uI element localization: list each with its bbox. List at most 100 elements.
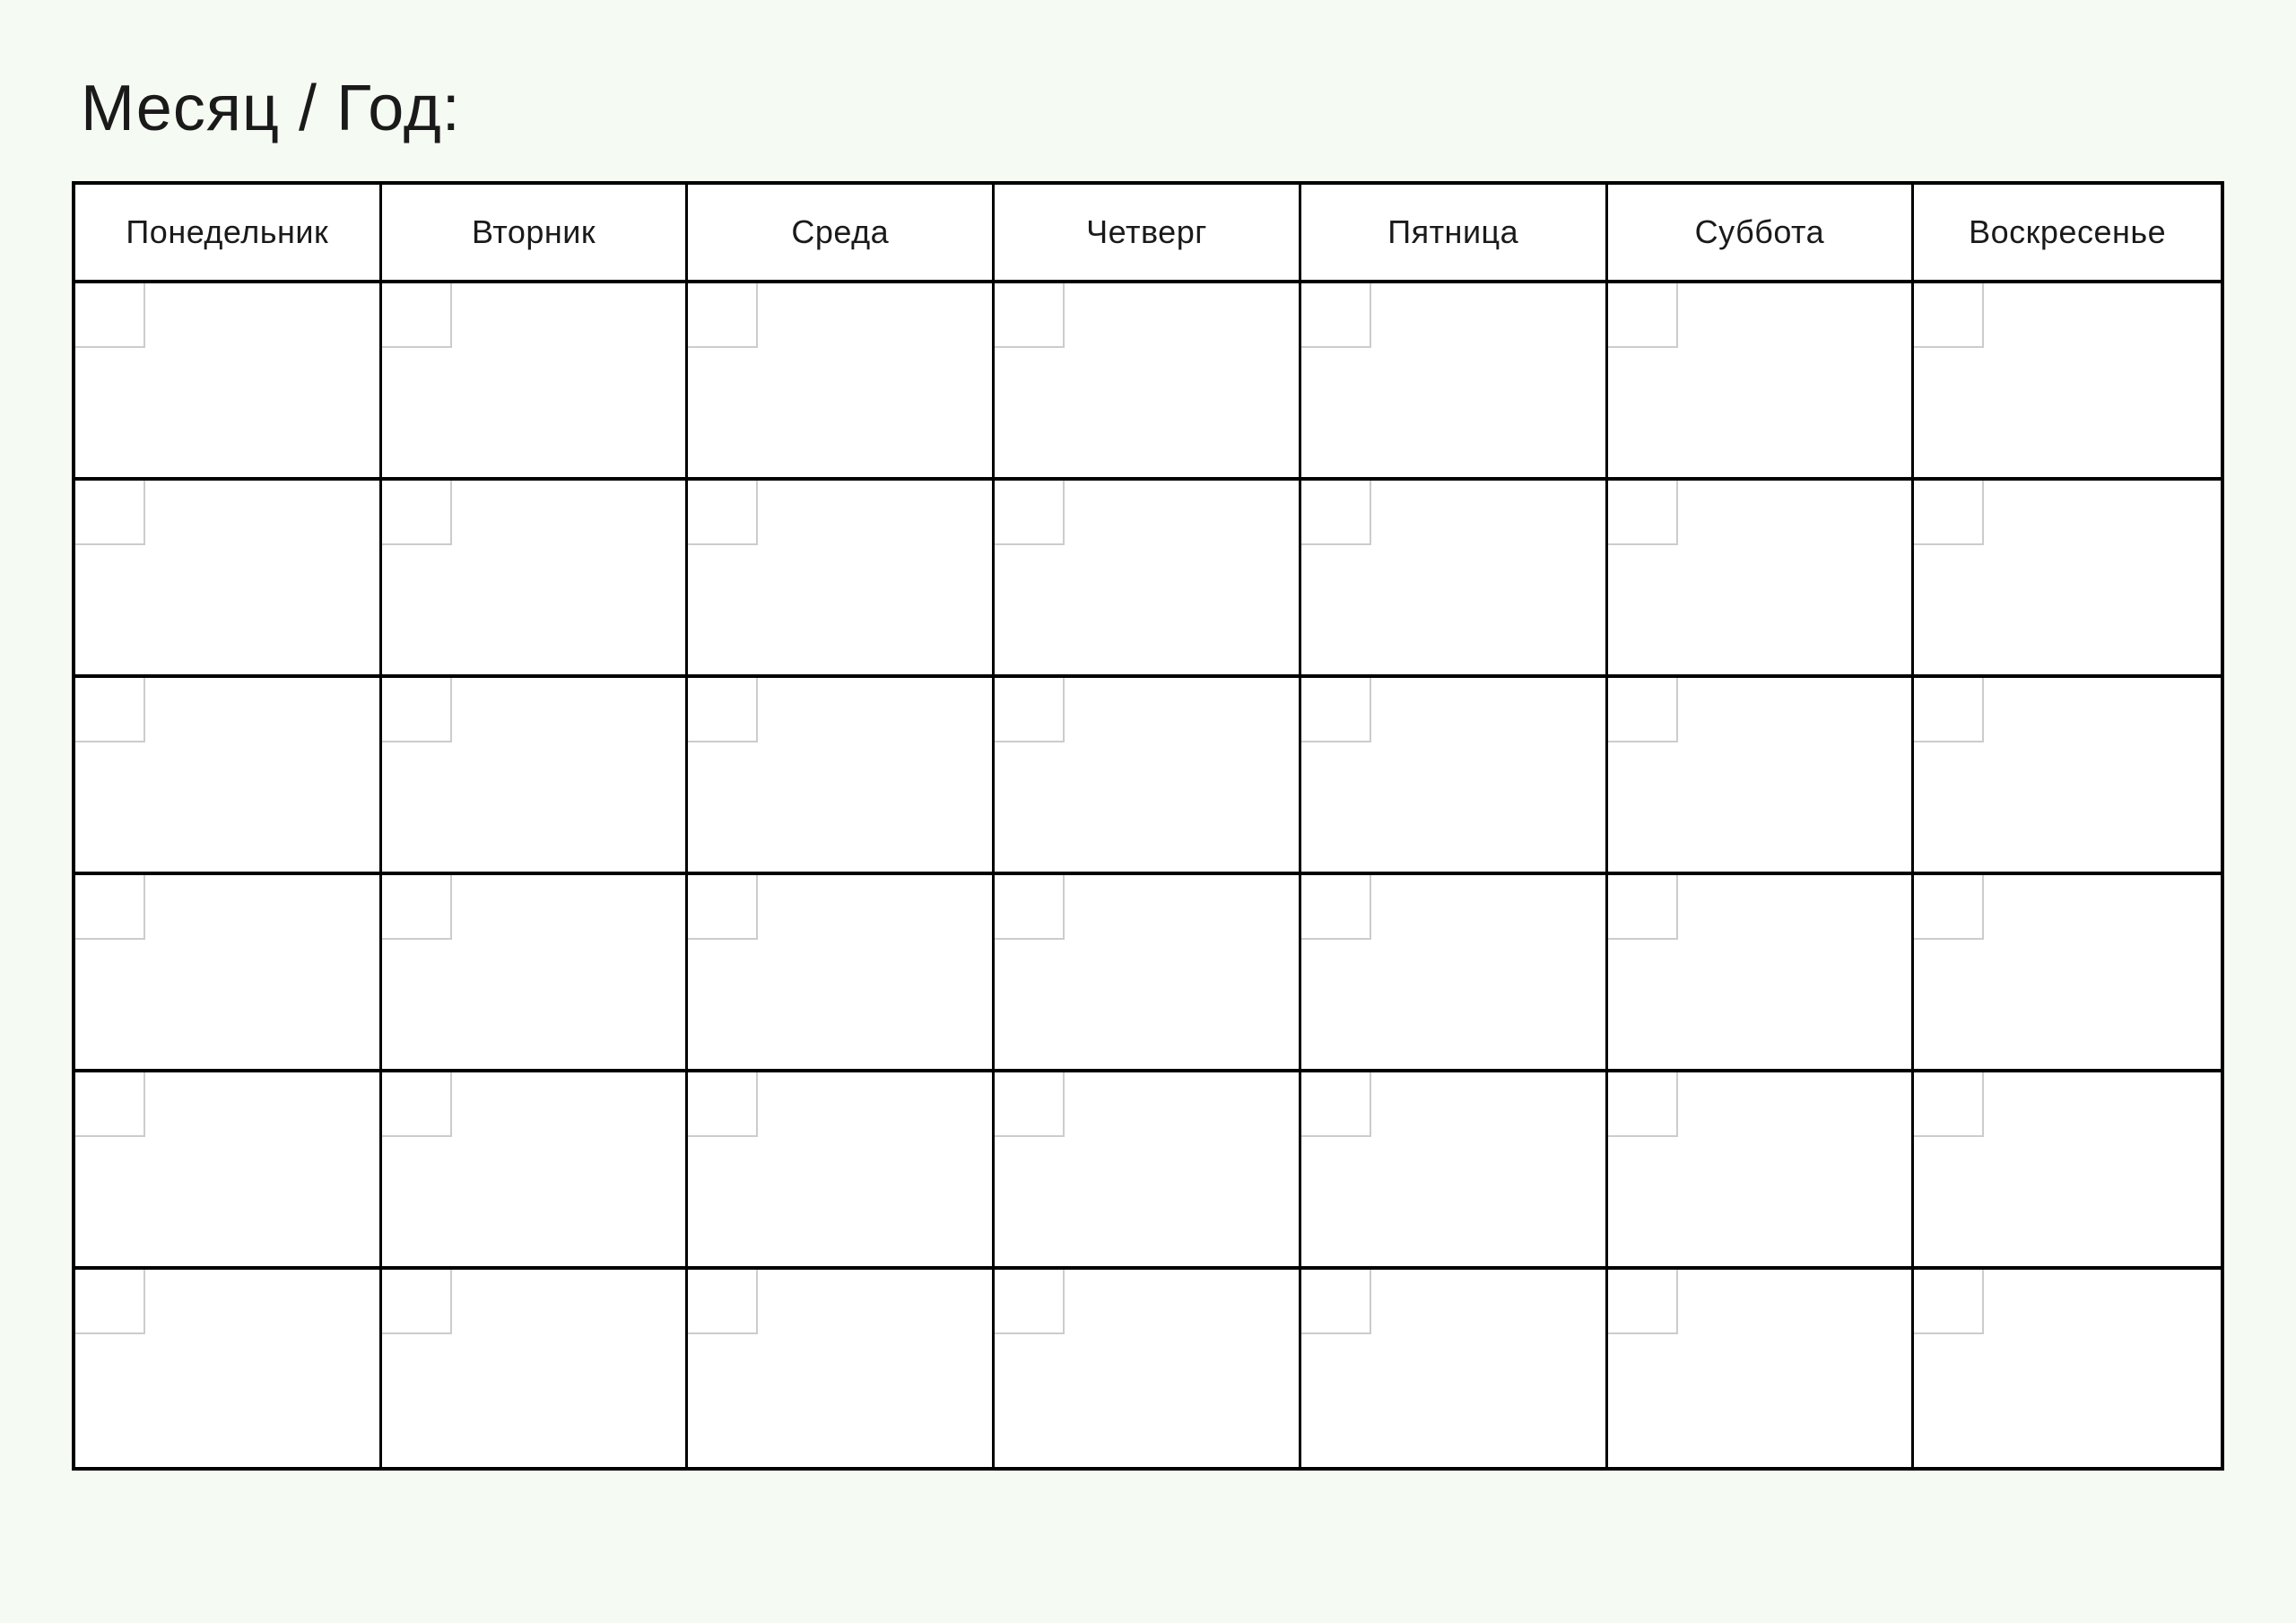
day-cell xyxy=(1914,678,2221,872)
day-cell xyxy=(995,481,1301,674)
day-cell xyxy=(995,1270,1301,1467)
day-cell xyxy=(75,1072,382,1266)
weekday-header-wednesday: Среда xyxy=(688,185,995,280)
weekday-header-sunday: Воскресенье xyxy=(1914,185,2221,280)
day-cell xyxy=(995,283,1301,477)
week-row xyxy=(75,1270,2221,1467)
date-number-box xyxy=(995,283,1065,348)
date-number-box xyxy=(688,1270,758,1334)
date-number-box xyxy=(1301,678,1371,742)
date-number-box xyxy=(1301,1270,1371,1334)
day-cell xyxy=(382,481,689,674)
weekday-header-saturday: Суббота xyxy=(1608,185,1915,280)
calendar-title: Месяц / Год: xyxy=(81,72,2224,145)
day-cell xyxy=(1914,1072,2221,1266)
day-cell xyxy=(1914,1270,2221,1467)
date-number-box xyxy=(1914,283,1984,348)
day-cell xyxy=(1608,283,1915,477)
date-number-box xyxy=(1608,875,1678,940)
day-cell xyxy=(1301,481,1608,674)
day-cell xyxy=(1301,875,1608,1069)
date-number-box xyxy=(382,875,452,940)
day-cell xyxy=(382,678,689,872)
date-number-box xyxy=(1301,283,1371,348)
day-cell xyxy=(1608,481,1915,674)
calendar-grid: Понедельник Вторник Среда Четверг Пятниц… xyxy=(72,181,2224,1471)
date-number-box xyxy=(382,1072,452,1137)
week-row xyxy=(75,481,2221,678)
day-cell xyxy=(1914,481,2221,674)
day-cell xyxy=(1608,1072,1915,1266)
day-cell xyxy=(688,1072,995,1266)
date-number-box xyxy=(1608,1270,1678,1334)
day-cell xyxy=(1301,678,1608,872)
date-number-box xyxy=(1914,1270,1984,1334)
day-cell xyxy=(382,283,689,477)
day-cell xyxy=(688,875,995,1069)
date-number-box xyxy=(1608,1072,1678,1137)
date-number-box xyxy=(1914,875,1984,940)
day-cell xyxy=(688,481,995,674)
day-cell xyxy=(1608,875,1915,1069)
date-number-box xyxy=(688,1072,758,1137)
date-number-box xyxy=(75,875,145,940)
day-cell xyxy=(1301,283,1608,477)
date-number-box xyxy=(688,283,758,348)
date-number-box xyxy=(995,1270,1065,1334)
date-number-box xyxy=(382,481,452,545)
date-number-box xyxy=(75,678,145,742)
day-cell xyxy=(75,1270,382,1467)
date-number-box xyxy=(995,481,1065,545)
day-cell xyxy=(688,283,995,477)
week-row xyxy=(75,875,2221,1072)
day-cell xyxy=(1608,1270,1915,1467)
date-number-box xyxy=(688,875,758,940)
date-number-box xyxy=(1301,875,1371,940)
day-cell xyxy=(75,678,382,872)
week-row xyxy=(75,283,2221,481)
date-number-box xyxy=(1914,1072,1984,1137)
date-number-box xyxy=(75,481,145,545)
weekday-header-thursday: Четверг xyxy=(995,185,1301,280)
date-number-box xyxy=(688,481,758,545)
weekday-header-monday: Понедельник xyxy=(75,185,382,280)
day-cell xyxy=(995,678,1301,872)
week-row xyxy=(75,678,2221,875)
day-cell xyxy=(75,283,382,477)
day-cell xyxy=(688,678,995,872)
date-number-box xyxy=(1914,678,1984,742)
date-number-box xyxy=(995,1072,1065,1137)
date-number-box xyxy=(75,283,145,348)
date-number-box xyxy=(1608,678,1678,742)
day-cell xyxy=(1301,1270,1608,1467)
date-number-box xyxy=(688,678,758,742)
weekday-header-row: Понедельник Вторник Среда Четверг Пятниц… xyxy=(75,185,2221,283)
day-cell xyxy=(382,1270,689,1467)
date-number-box xyxy=(1608,481,1678,545)
weekday-header-friday: Пятница xyxy=(1301,185,1608,280)
day-cell xyxy=(1914,283,2221,477)
date-number-box xyxy=(75,1270,145,1334)
day-cell xyxy=(995,875,1301,1069)
date-number-box xyxy=(995,678,1065,742)
week-row xyxy=(75,1072,2221,1270)
date-number-box xyxy=(382,1270,452,1334)
date-number-box xyxy=(1301,481,1371,545)
day-cell xyxy=(75,875,382,1069)
day-cell xyxy=(995,1072,1301,1266)
date-number-box xyxy=(382,678,452,742)
date-number-box xyxy=(75,1072,145,1137)
weekday-header-tuesday: Вторник xyxy=(382,185,689,280)
date-number-box xyxy=(1914,481,1984,545)
date-number-box xyxy=(1608,283,1678,348)
day-cell xyxy=(688,1270,995,1467)
day-cell xyxy=(382,875,689,1069)
date-number-box xyxy=(1301,1072,1371,1137)
day-cell xyxy=(1608,678,1915,872)
day-cell xyxy=(75,481,382,674)
date-number-box xyxy=(995,875,1065,940)
day-cell xyxy=(1914,875,2221,1069)
date-number-box xyxy=(382,283,452,348)
day-cell xyxy=(382,1072,689,1266)
day-cell xyxy=(1301,1072,1608,1266)
